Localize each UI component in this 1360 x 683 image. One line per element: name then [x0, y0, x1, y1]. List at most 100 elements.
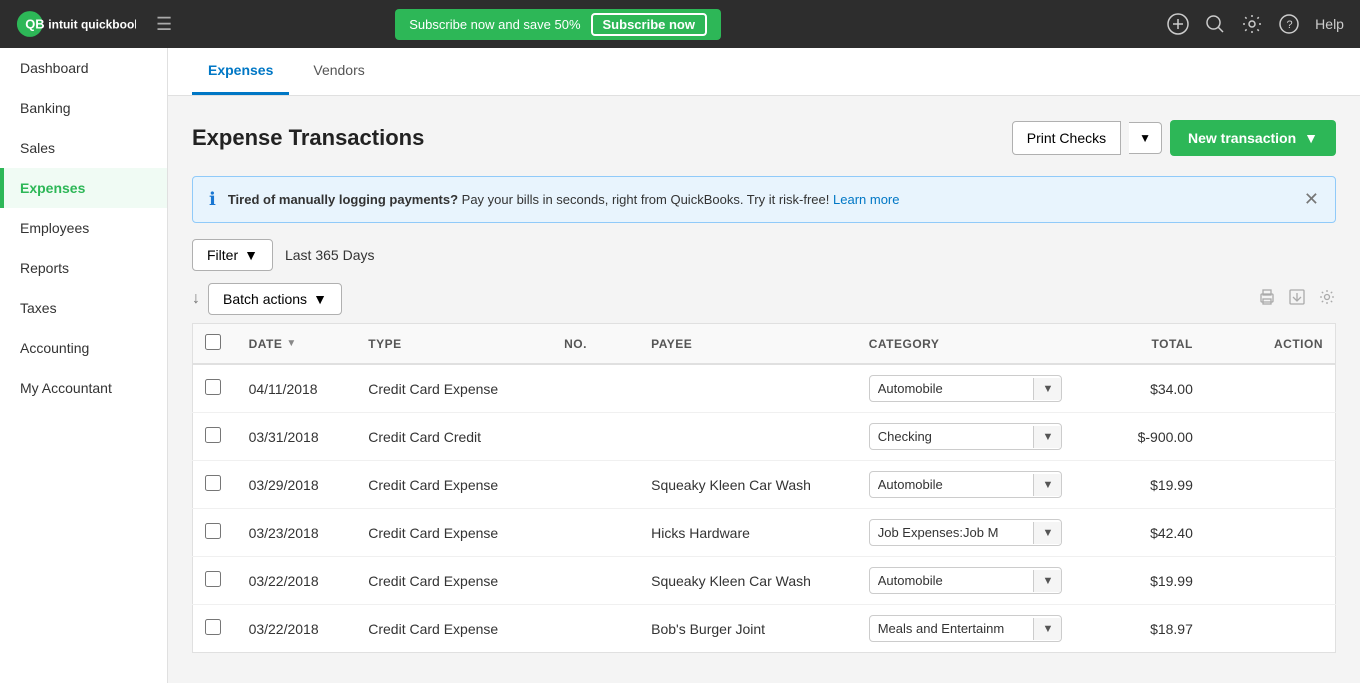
select-all-header: [193, 324, 237, 365]
sidebar-item-my-accountant[interactable]: My Accountant: [0, 368, 167, 408]
row-total-4: $19.99: [1074, 557, 1205, 605]
settings-icon-button[interactable]: [1241, 13, 1263, 35]
row-category-0[interactable]: Automobile ▼: [857, 364, 1075, 413]
row-category-4[interactable]: Automobile ▼: [857, 557, 1075, 605]
row-category-5[interactable]: Meals and Entertainm ▼: [857, 605, 1075, 653]
print-checks-dropdown-button[interactable]: ▼: [1129, 122, 1162, 154]
export-icon-button[interactable]: [1288, 288, 1306, 311]
table-header: DATE ▼ TYPE NO. PAYEE CATEGORY: [193, 324, 1336, 365]
row-checkbox-5[interactable]: [205, 619, 221, 635]
page-header: Expense Transactions Print Checks ▼ New …: [192, 120, 1336, 156]
row-category-2[interactable]: Automobile ▼: [857, 461, 1075, 509]
row-no-5: [552, 605, 639, 653]
batch-dropdown-arrow: ▼: [313, 291, 327, 307]
category-dropdown-arrow-2[interactable]: ▼: [1033, 474, 1061, 496]
svg-text:intuit quickbooks: intuit quickbooks: [48, 18, 136, 32]
info-banner-text: Tired of manually logging payments? Pay …: [228, 192, 1292, 207]
print-checks-button[interactable]: Print Checks: [1012, 121, 1121, 155]
new-transaction-dropdown-arrow: ▼: [1304, 130, 1318, 146]
category-dropdown-arrow-1[interactable]: ▼: [1033, 426, 1061, 448]
row-total-5: $18.97: [1074, 605, 1205, 653]
table-row: 03/22/2018 Credit Card Expense Bob's Bur…: [193, 605, 1336, 653]
batch-actions-button[interactable]: Batch actions ▼: [208, 283, 342, 315]
category-dropdown-arrow-0[interactable]: ▼: [1033, 378, 1061, 400]
row-action-3: [1205, 509, 1336, 557]
help-icon-button[interactable]: ?: [1279, 14, 1299, 34]
row-action-4: [1205, 557, 1336, 605]
table-toolbar-icons: [1258, 288, 1336, 311]
logo-area: QB intuit quickbooks ☰: [16, 8, 172, 40]
filter-button[interactable]: Filter ▼: [192, 239, 273, 271]
date-column-header[interactable]: DATE ▼: [237, 324, 357, 365]
sidebar-item-accounting[interactable]: Accounting: [0, 328, 167, 368]
sidebar: Dashboard Banking Sales Expenses Employe…: [0, 48, 168, 683]
sidebar-item-employees[interactable]: Employees: [0, 208, 167, 248]
table-body: 04/11/2018 Credit Card Expense Automobil…: [193, 364, 1336, 653]
hamburger-menu-button[interactable]: ☰: [156, 14, 172, 35]
row-checkbox-1[interactable]: [205, 427, 221, 443]
category-column-header: CATEGORY: [857, 324, 1075, 365]
info-learn-more-link[interactable]: Learn more: [833, 192, 899, 207]
row-checkbox-0[interactable]: [205, 379, 221, 395]
category-dropdown-arrow-4[interactable]: ▼: [1033, 570, 1061, 592]
table-row: 03/29/2018 Credit Card Expense Squeaky K…: [193, 461, 1336, 509]
category-select-2[interactable]: Automobile: [870, 472, 1034, 497]
sidebar-item-banking[interactable]: Banking: [0, 88, 167, 128]
info-banner: ℹ Tired of manually logging payments? Pa…: [192, 176, 1336, 223]
sidebar-item-sales[interactable]: Sales: [0, 128, 167, 168]
row-checkbox-4[interactable]: [205, 571, 221, 587]
header-actions: Print Checks ▼ New transaction ▼: [1012, 120, 1336, 156]
row-checkbox-3[interactable]: [205, 523, 221, 539]
page-body: Expense Transactions Print Checks ▼ New …: [168, 96, 1360, 677]
row-no-0: [552, 364, 639, 413]
row-date-5: 03/22/2018: [237, 605, 357, 653]
payee-column-header: PAYEE: [639, 324, 857, 365]
row-category-1[interactable]: Checking ▼: [857, 413, 1075, 461]
row-checkbox-2[interactable]: [205, 475, 221, 491]
expense-table: DATE ▼ TYPE NO. PAYEE CATEGORY: [192, 323, 1336, 653]
sidebar-item-taxes[interactable]: Taxes: [0, 288, 167, 328]
promo-text: Subscribe now and save 50%: [409, 17, 580, 32]
row-payee-4: Squeaky Kleen Car Wash: [639, 557, 857, 605]
tab-vendors[interactable]: Vendors: [297, 48, 380, 95]
row-type-5: Credit Card Expense: [356, 605, 552, 653]
row-payee-0: [639, 364, 857, 413]
row-category-3[interactable]: Job Expenses:Job M ▼: [857, 509, 1075, 557]
row-payee-3: Hicks Hardware: [639, 509, 857, 557]
sidebar-item-expenses[interactable]: Expenses: [0, 168, 167, 208]
row-no-1: [552, 413, 639, 461]
row-payee-5: Bob's Burger Joint: [639, 605, 857, 653]
row-payee-2: Squeaky Kleen Car Wash: [639, 461, 857, 509]
row-no-4: [552, 557, 639, 605]
category-dropdown-arrow-5[interactable]: ▼: [1033, 618, 1061, 640]
info-banner-close-button[interactable]: ✕: [1304, 189, 1319, 210]
table-row: 03/22/2018 Credit Card Expense Squeaky K…: [193, 557, 1336, 605]
new-transaction-button[interactable]: New transaction ▼: [1170, 120, 1336, 156]
date-sort-arrow: ▼: [286, 338, 296, 349]
category-select-1[interactable]: Checking: [870, 424, 1034, 449]
row-no-2: [552, 461, 639, 509]
table-settings-icon-button[interactable]: [1318, 288, 1336, 311]
select-all-checkbox[interactable]: [205, 334, 221, 350]
category-select-4[interactable]: Automobile: [870, 568, 1034, 593]
batch-actions-row: ↓ Batch actions ▼: [192, 283, 1336, 315]
subscribe-button[interactable]: Subscribe now: [591, 13, 707, 36]
category-select-0[interactable]: Automobile: [870, 376, 1034, 401]
search-icon-button[interactable]: [1205, 14, 1225, 34]
filter-dropdown-arrow: ▼: [244, 247, 258, 263]
quickbooks-logo: QB intuit quickbooks: [16, 8, 136, 40]
add-icon-button[interactable]: [1167, 13, 1189, 35]
sidebar-item-reports[interactable]: Reports: [0, 248, 167, 288]
category-dropdown-arrow-3[interactable]: ▼: [1033, 522, 1061, 544]
sidebar-item-dashboard[interactable]: Dashboard: [0, 48, 167, 88]
row-no-3: [552, 509, 639, 557]
help-label: Help: [1315, 16, 1344, 32]
category-select-5[interactable]: Meals and Entertainm: [870, 616, 1034, 641]
row-type-3: Credit Card Expense: [356, 509, 552, 557]
row-total-0: $34.00: [1074, 364, 1205, 413]
tab-expenses[interactable]: Expenses: [192, 48, 289, 95]
row-checkbox-cell-0: [193, 364, 237, 413]
top-nav: QB intuit quickbooks ☰ Subscribe now and…: [0, 0, 1360, 48]
print-icon-button[interactable]: [1258, 288, 1276, 311]
category-select-3[interactable]: Job Expenses:Job M: [870, 520, 1034, 545]
